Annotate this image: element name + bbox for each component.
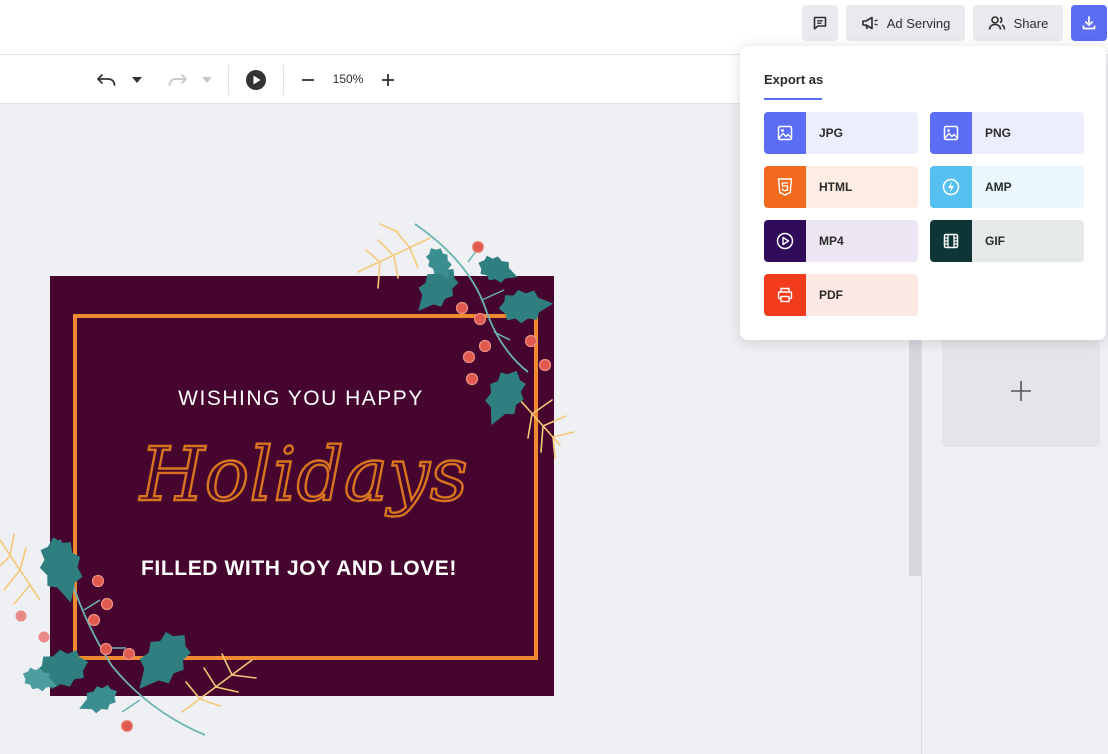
ad-serving-button[interactable]: Ad Serving [846, 5, 965, 41]
card-headline: WISHING YOU HAPPY [178, 387, 424, 410]
comment-icon [813, 16, 827, 30]
card-script-title: Holidays [138, 432, 468, 518]
undo-button[interactable] [94, 67, 120, 93]
export-title: Export as [764, 72, 824, 87]
export-label: GIF [985, 234, 1005, 248]
export-pdf-button[interactable]: PDF [764, 274, 918, 316]
zoom-in-button[interactable] [378, 67, 398, 93]
toolbar-divider [228, 65, 229, 95]
export-menu: Export as JPG PNG HTML AMP MP4 GIF PDF [740, 46, 1106, 340]
undo-history-dropdown[interactable] [128, 67, 146, 93]
chevron-down-icon [132, 77, 142, 83]
add-slide-button[interactable] [942, 335, 1100, 447]
download-button[interactable] [1071, 5, 1107, 41]
redo-icon [168, 74, 187, 86]
ad-serving-label: Ad Serving [886, 15, 951, 31]
html5-icon [764, 166, 806, 208]
export-title-underline [764, 98, 822, 100]
undo-icon [97, 74, 116, 86]
card-subline: FILLED WITH JOY AND LOVE! [141, 557, 457, 580]
plus-icon [382, 74, 394, 86]
toolbar-divider [283, 65, 284, 95]
plus-icon [1011, 381, 1031, 401]
export-label: AMP [985, 180, 1012, 194]
export-jpg-button[interactable]: JPG [764, 112, 918, 154]
export-label: HTML [819, 180, 853, 194]
zoom-out-button[interactable] [298, 67, 318, 93]
zoom-level[interactable]: 150% [326, 72, 370, 86]
chevron-down-icon [202, 77, 212, 83]
export-label: JPG [819, 126, 844, 140]
download-icon [1082, 16, 1096, 30]
play-icon [246, 70, 266, 90]
megaphone-icon [861, 16, 878, 30]
users-icon [988, 16, 1005, 30]
minus-icon [302, 79, 314, 81]
printer-icon [764, 274, 806, 316]
export-gif-button[interactable]: GIF [930, 220, 1084, 262]
export-amp-button[interactable]: AMP [930, 166, 1084, 208]
share-label: Share [1013, 15, 1049, 31]
export-html-button[interactable]: HTML [764, 166, 918, 208]
play-button[interactable] [243, 67, 269, 93]
comment-button[interactable] [802, 5, 838, 41]
amp-icon [930, 166, 972, 208]
export-label: MP4 [819, 234, 844, 248]
redo-button[interactable] [164, 67, 190, 93]
export-mp4-button[interactable]: MP4 [764, 220, 918, 262]
export-label: PDF [819, 288, 843, 302]
image-icon [764, 112, 806, 154]
film-icon [930, 220, 972, 262]
play-circle-icon [764, 220, 806, 262]
export-png-button[interactable]: PNG [930, 112, 1084, 154]
redo-history-dropdown[interactable] [198, 67, 216, 93]
export-label: PNG [985, 126, 1012, 140]
share-button[interactable]: Share [973, 5, 1063, 41]
image-icon [930, 112, 972, 154]
